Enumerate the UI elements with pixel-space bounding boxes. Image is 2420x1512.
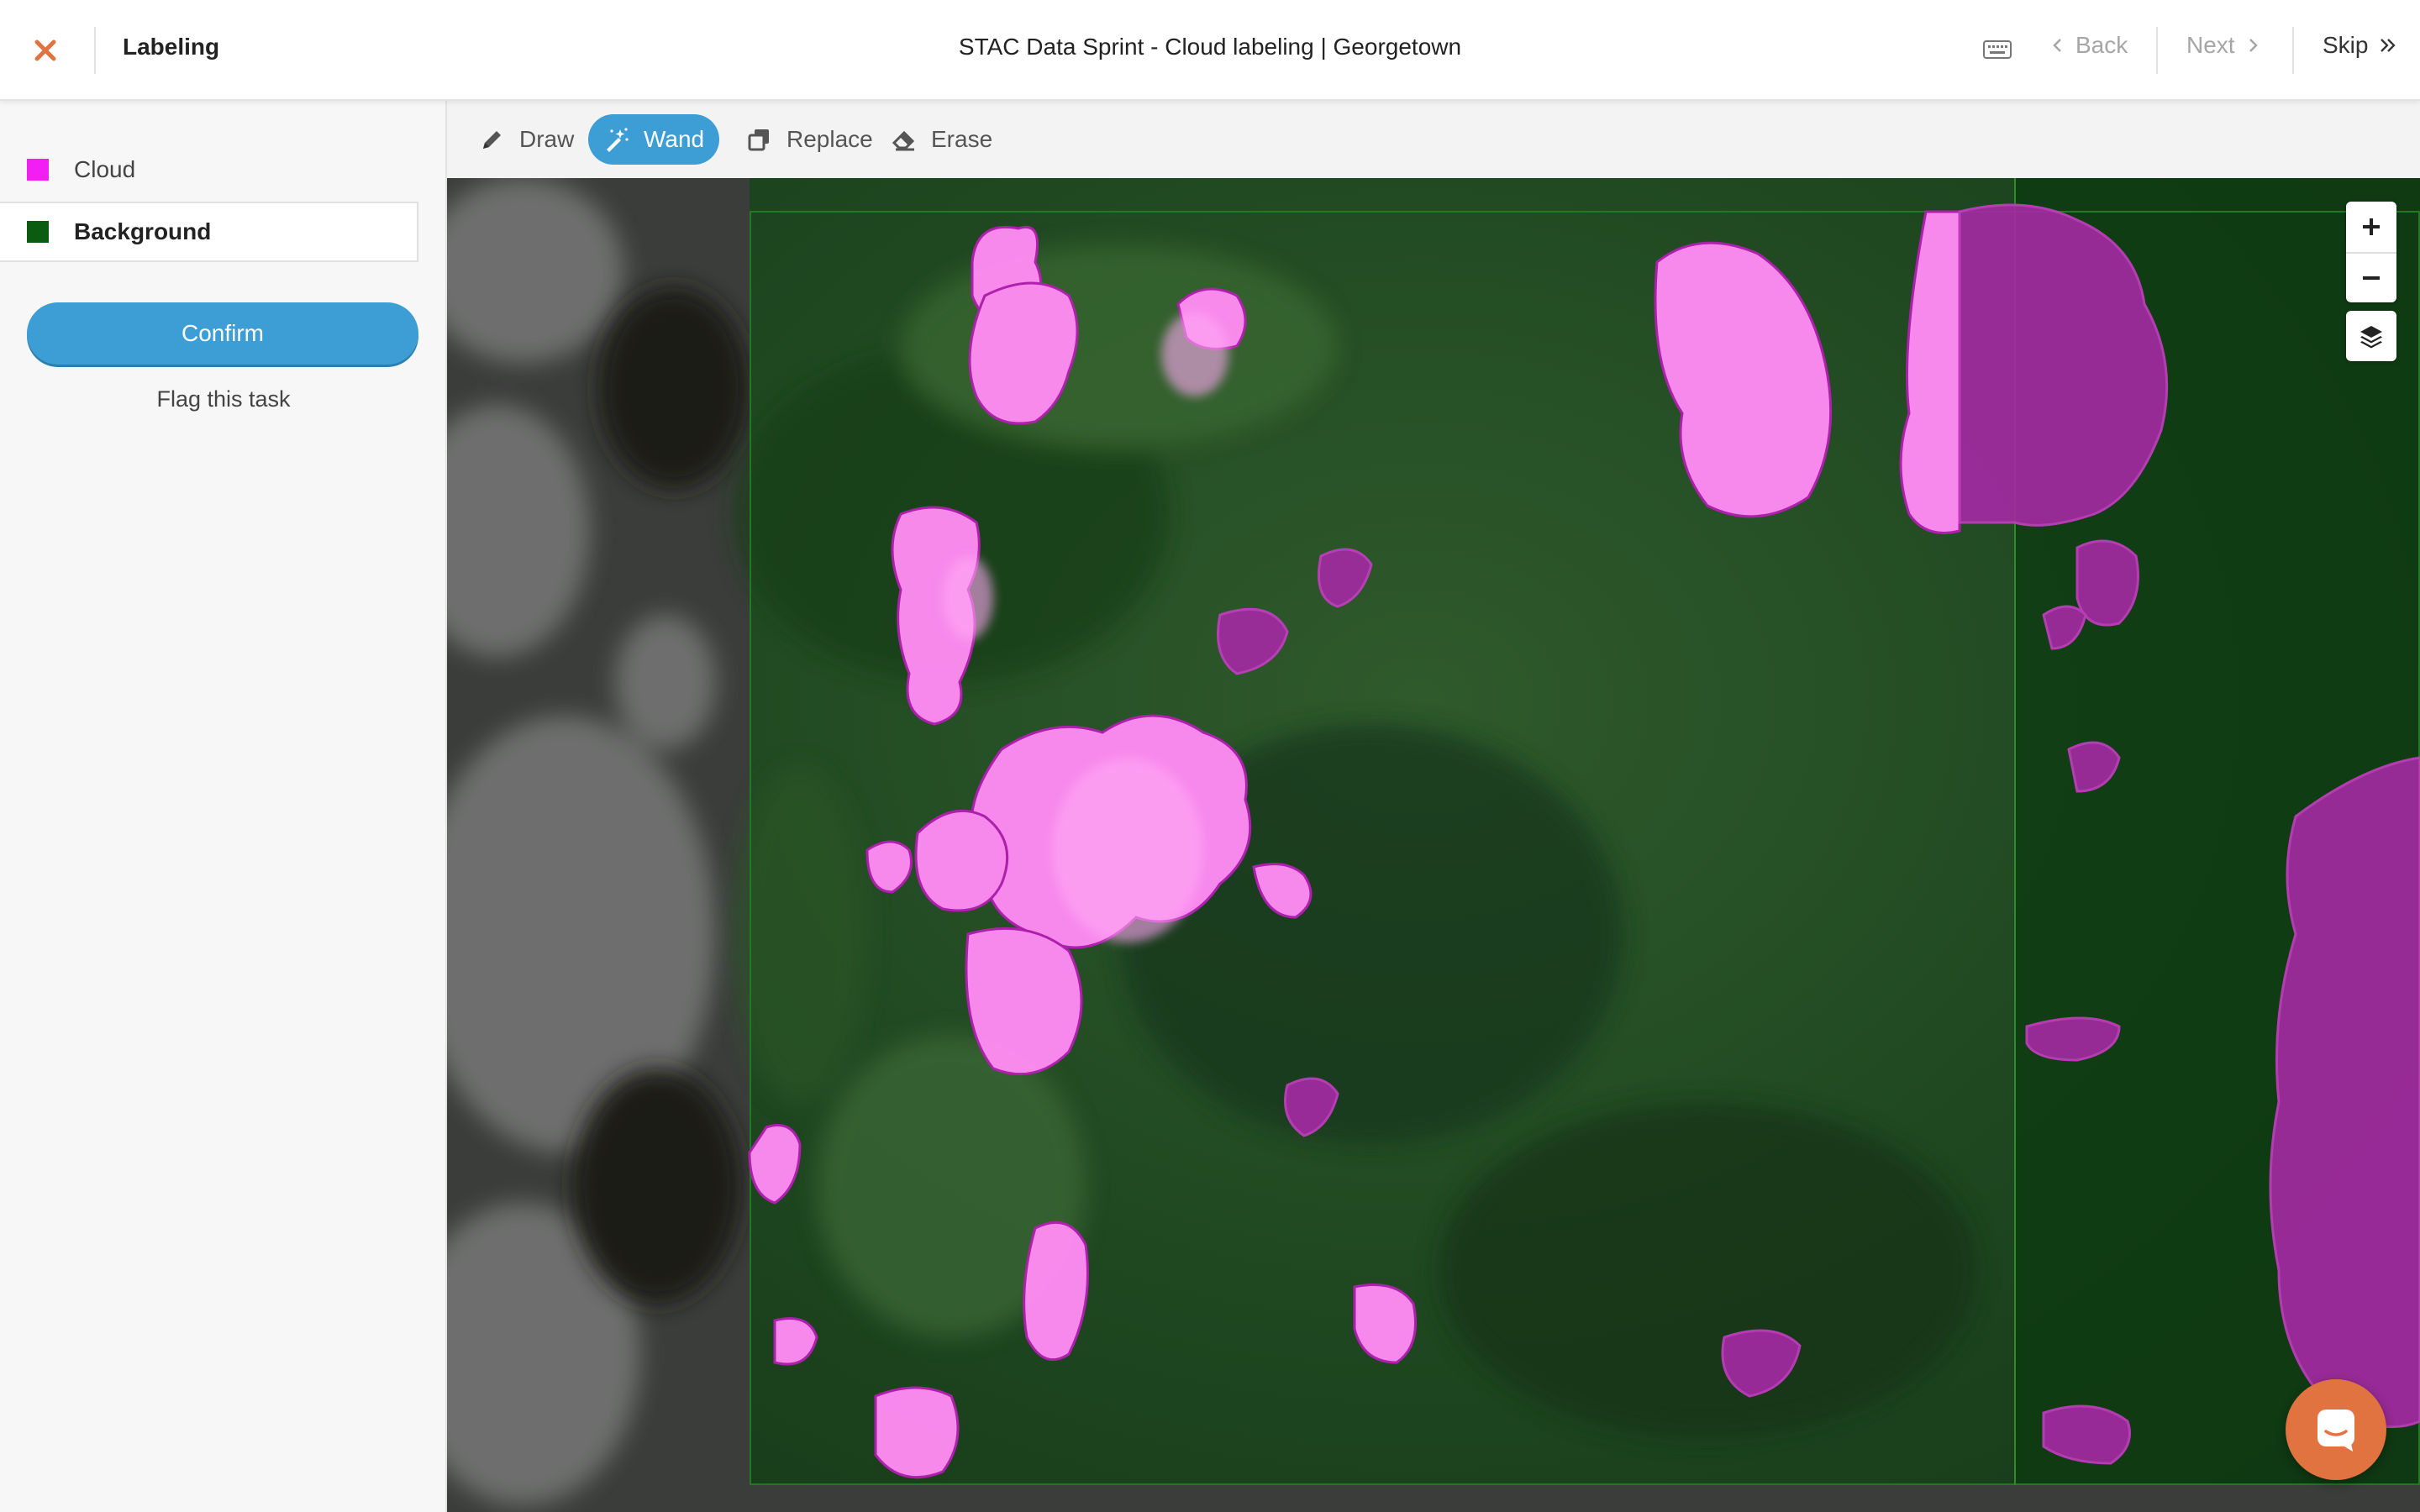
tool-label: Draw [519, 126, 575, 152]
confirm-button[interactable]: Confirm [27, 302, 418, 365]
chat-icon [2317, 1410, 2354, 1452]
satellite-imagery [447, 178, 2420, 1512]
eraser-icon [892, 130, 915, 151]
double-chevron-right-icon [2381, 39, 2396, 52]
tool-label: Wand [644, 126, 705, 152]
header-divider [2156, 27, 2158, 74]
close-icon[interactable] [25, 30, 66, 71]
tool-label: Erase [931, 126, 993, 152]
chat-launcher-button[interactable] [2286, 1379, 2386, 1480]
back-button[interactable]: Back [2050, 32, 2128, 59]
keyboard-icon[interactable] [1983, 39, 2012, 60]
class-item-cloud[interactable]: Cloud [0, 139, 418, 200]
next-button[interactable]: Next [2186, 32, 2260, 59]
zoom-in-button[interactable] [2346, 202, 2396, 252]
chevron-right-icon [2249, 39, 2258, 52]
top-header: Labeling STAC Data Sprint - Cloud labeli… [0, 0, 2420, 101]
erase-tool-button[interactable]: Erase [876, 114, 1007, 165]
app-title: Labeling [123, 34, 220, 60]
class-item-background[interactable]: Background [0, 202, 418, 262]
back-label: Back [2075, 32, 2128, 58]
pencil-icon [483, 131, 501, 149]
tool-label: Replace [786, 126, 873, 152]
wand-tool-button[interactable]: Wand [588, 114, 720, 165]
header-divider [94, 27, 96, 74]
class-label: Cloud [74, 156, 136, 182]
tool-bar: Draw Wand Replace Erase [447, 101, 2420, 178]
next-label: Next [2186, 32, 2235, 58]
chevron-left-icon [2053, 39, 2061, 52]
sidebar: Cloud Background Confirm Flag this task [0, 101, 447, 1512]
header-divider [2292, 27, 2294, 74]
replace-icon [748, 129, 769, 151]
class-label: Background [74, 218, 212, 244]
layers-button[interactable] [2346, 311, 2396, 361]
cloud-swatch [27, 159, 49, 181]
skip-label: Skip [2323, 32, 2369, 58]
layers-icon [2360, 326, 2382, 349]
imagery-map[interactable] [447, 178, 2420, 1512]
flag-task-link[interactable]: Flag this task [0, 386, 447, 412]
skip-button[interactable]: Skip [2323, 32, 2398, 59]
replace-tool-button[interactable]: Replace [731, 114, 888, 165]
draw-tool-button[interactable]: Draw [464, 114, 589, 165]
magic-wand-icon [607, 128, 629, 152]
zoom-out-button[interactable] [2346, 252, 2396, 302]
background-swatch [27, 221, 49, 243]
zoom-control [2346, 202, 2396, 302]
plus-icon [2363, 218, 2380, 235]
minus-icon [2363, 276, 2380, 280]
